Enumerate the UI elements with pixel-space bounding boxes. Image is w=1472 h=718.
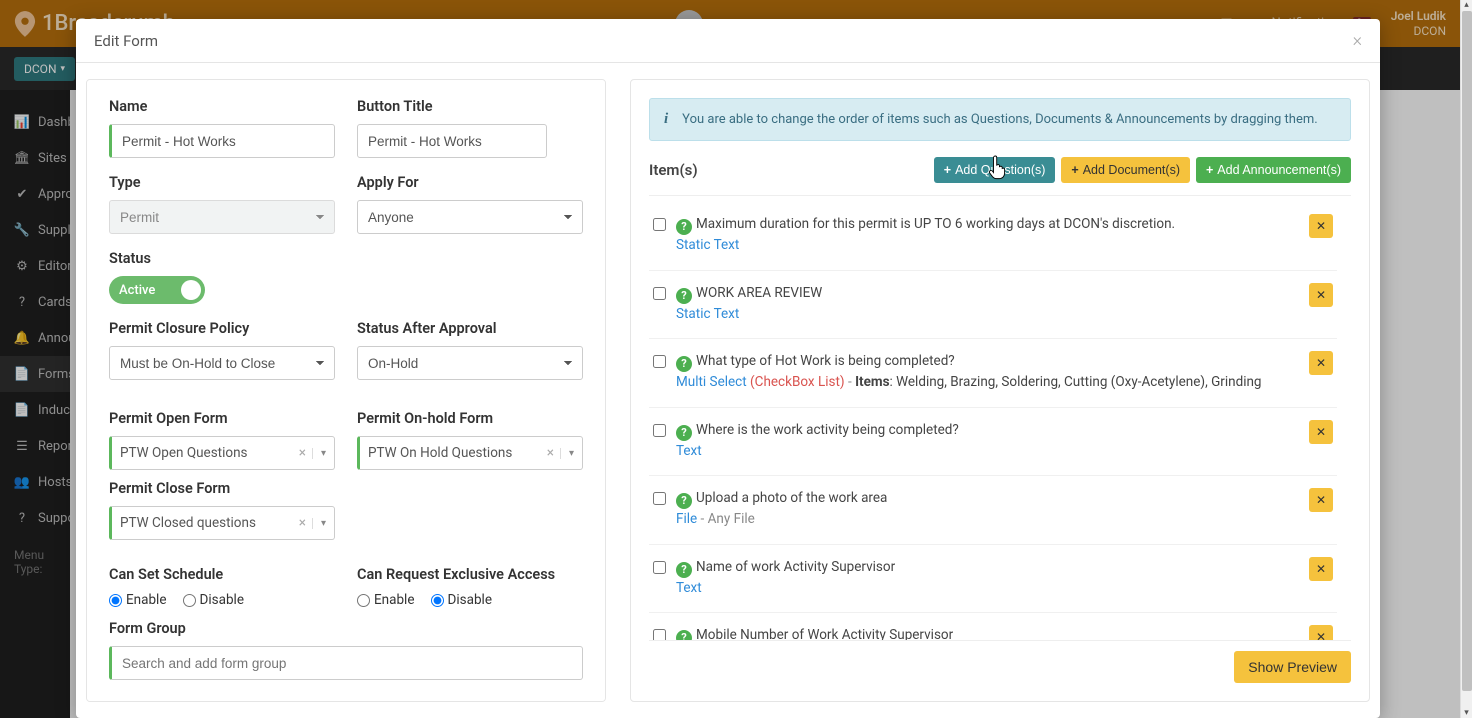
question-mark-icon: ? — [676, 425, 692, 441]
close-form-label: Permit Close Form — [109, 480, 335, 497]
items-list[interactable]: ?Maximum duration for this permit is UP … — [649, 202, 1351, 640]
delete-item-button[interactable]: ✕ — [1309, 214, 1333, 238]
delete-item-button[interactable]: ✕ — [1309, 283, 1333, 307]
chevron-down-icon: ▾ — [312, 518, 326, 529]
open-form-label: Permit Open Form — [109, 410, 335, 427]
form-settings-panel: Name Button Title Type Permit — [86, 79, 606, 702]
after-approval-select[interactable]: On-Hold — [357, 346, 583, 380]
list-item[interactable]: ?Name of work Activity Supervisor Text ✕ — [649, 545, 1337, 614]
item-type: File — [676, 511, 697, 527]
status-label: Status — [109, 250, 335, 267]
question-mark-icon: ? — [676, 562, 692, 578]
clear-icon[interactable]: × — [541, 445, 560, 461]
close-form-select[interactable]: PTW Closed questions×▾ — [109, 506, 335, 540]
onhold-form-label: Permit On-hold Form — [357, 410, 583, 427]
show-preview-button[interactable]: Show Preview — [1234, 651, 1351, 683]
clear-icon[interactable]: × — [293, 515, 312, 531]
name-label: Name — [109, 98, 335, 115]
close-icon[interactable]: × — [1353, 30, 1362, 51]
add-document-button[interactable]: +Add Document(s) — [1061, 157, 1190, 183]
item-checkbox[interactable] — [653, 492, 666, 505]
add-question-button[interactable]: +Add Question(s) — [934, 157, 1056, 183]
list-item[interactable]: ?WORK AREA REVIEW Static Text ✕ — [649, 271, 1337, 340]
question-mark-icon: ? — [676, 493, 692, 509]
items-header: Item(s) +Add Question(s) +Add Document(s… — [649, 153, 1351, 196]
item-checkbox[interactable] — [653, 629, 666, 640]
list-item[interactable]: ?Maximum duration for this permit is UP … — [649, 202, 1337, 271]
edit-form-modal: Edit Form × Name Button Title — [76, 19, 1380, 718]
schedule-enable-radio[interactable]: Enable — [109, 592, 167, 608]
question-mark-icon: ? — [676, 356, 692, 372]
exclusive-label: Can Request Exclusive Access — [357, 566, 583, 583]
delete-item-button[interactable]: ✕ — [1309, 488, 1333, 512]
after-approval-label: Status After Approval — [357, 320, 583, 337]
exclusive-enable-radio[interactable]: Enable — [357, 592, 415, 608]
form-group-input[interactable] — [109, 646, 583, 680]
scrollbar-thumb[interactable] — [1462, 11, 1472, 691]
closure-policy-select[interactable]: Must be On-Hold to Close — [109, 346, 335, 380]
add-announcement-button[interactable]: +Add Announcement(s) — [1196, 157, 1351, 183]
info-icon: i — [664, 111, 668, 128]
chevron-down-icon: ▾ — [560, 448, 574, 459]
button-title-label: Button Title — [357, 98, 583, 115]
plus-icon: + — [1071, 163, 1078, 177]
info-text: You are able to change the order of item… — [682, 112, 1318, 127]
type-label: Type — [109, 174, 335, 191]
info-banner: i You are able to change the order of it… — [649, 98, 1351, 141]
status-toggle[interactable]: Active — [109, 276, 205, 304]
onhold-form-select[interactable]: PTW On Hold Questions×▾ — [357, 436, 583, 470]
delete-item-button[interactable]: ✕ — [1309, 625, 1333, 640]
item-type: Static Text — [676, 306, 739, 322]
delete-item-button[interactable]: ✕ — [1309, 420, 1333, 444]
closure-policy-label: Permit Closure Policy — [109, 320, 335, 337]
schedule-disable-radio[interactable]: Disable — [183, 592, 244, 608]
exclusive-disable-radio[interactable]: Disable — [431, 592, 492, 608]
list-item[interactable]: ?Mobile Number of Work Activity Supervis… — [649, 613, 1337, 640]
item-type: Text — [676, 443, 702, 459]
item-type: Text — [676, 580, 702, 596]
plus-icon: + — [1206, 163, 1213, 177]
item-checkbox[interactable] — [653, 355, 666, 368]
list-item[interactable]: ?Upload a photo of the work area File - … — [649, 476, 1337, 545]
delete-item-button[interactable]: ✕ — [1309, 351, 1333, 375]
button-title-input[interactable] — [357, 124, 547, 158]
item-checkbox[interactable] — [653, 218, 666, 231]
panel-footer: Show Preview — [649, 640, 1351, 683]
chevron-down-icon: ▾ — [312, 448, 326, 459]
items-panel: i You are able to change the order of it… — [630, 79, 1370, 702]
modal-title: Edit Form — [94, 32, 158, 50]
apply-for-label: Apply For — [357, 174, 583, 191]
item-checkbox[interactable] — [653, 561, 666, 574]
form-group-label: Form Group — [109, 620, 583, 637]
clear-icon[interactable]: × — [293, 445, 312, 461]
question-mark-icon: ? — [676, 288, 692, 304]
item-checkbox[interactable] — [653, 287, 666, 300]
plus-icon: + — [944, 163, 951, 177]
item-checkbox[interactable] — [653, 424, 666, 437]
delete-item-button[interactable]: ✕ — [1309, 557, 1333, 581]
browser-scrollbar[interactable]: ▴ ▾ — [1460, 0, 1472, 718]
list-item[interactable]: ?Where is the work activity being comple… — [649, 408, 1337, 477]
item-type: Static Text — [676, 237, 739, 253]
question-mark-icon: ? — [676, 630, 692, 640]
apply-for-select[interactable]: Anyone — [357, 200, 583, 234]
modal-header: Edit Form × — [76, 19, 1380, 63]
list-item[interactable]: ?What type of Hot Work is being complete… — [649, 339, 1337, 408]
name-input[interactable] — [109, 124, 335, 158]
type-select: Permit — [109, 200, 335, 234]
items-title: Item(s) — [649, 161, 698, 179]
item-subtype: (CheckBox List) — [750, 374, 845, 390]
question-mark-icon: ? — [676, 219, 692, 235]
schedule-label: Can Set Schedule — [109, 566, 335, 583]
item-type: Multi Select — [676, 374, 747, 390]
open-form-select[interactable]: PTW Open Questions×▾ — [109, 436, 335, 470]
